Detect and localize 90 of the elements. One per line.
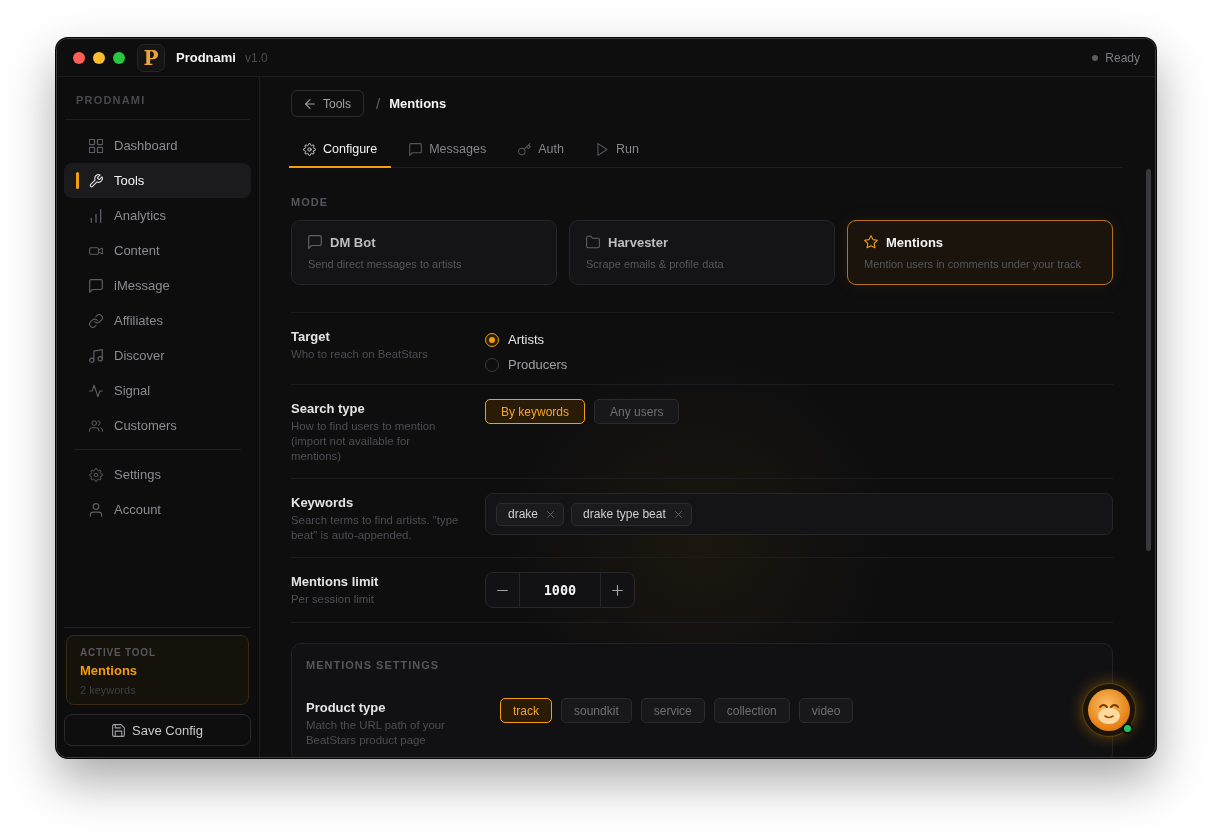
setting-label: Product type [306, 699, 387, 717]
close-icon[interactable] [674, 510, 682, 518]
creature-icon [1088, 689, 1130, 731]
mode-card-description: Mention users in comments under your track [864, 257, 1083, 271]
mode-card[interactable]: Harvester Scrape emails & profile data [569, 220, 835, 285]
plus-icon [612, 584, 623, 596]
grid-icon [89, 138, 103, 153]
nav-item[interactable]: Content [64, 233, 251, 268]
status-dot-icon [1092, 54, 1099, 61]
option-button[interactable]: soundkit [561, 698, 632, 723]
mode-card-description: Scrape emails & profile data [586, 257, 725, 271]
keyword-text: drake [508, 507, 539, 521]
wrench-icon [89, 173, 103, 188]
save-config-button[interactable]: Save Config [64, 714, 251, 746]
app-version: v1.0 [244, 50, 268, 65]
status-text: Ready [1105, 50, 1140, 65]
mode-card-title: DM Bot [330, 234, 376, 250]
nav-item[interactable]: Dashboard [64, 128, 251, 163]
settings-icon [303, 142, 316, 156]
nav-item[interactable]: Analytics [64, 198, 251, 233]
mode-card-description: Send direct messages to artists [308, 257, 463, 271]
nav-item[interactable]: Settings [64, 457, 251, 492]
sidebar-heading: PRODNAMI [75, 93, 147, 107]
option-button[interactable]: Any users [594, 399, 680, 424]
tab[interactable]: Configure [289, 130, 392, 168]
play-icon [595, 142, 609, 156]
minimize-window-icon[interactable] [93, 51, 105, 64]
app-name: Prodnami [176, 50, 236, 65]
scrollbar-thumb[interactable] [1146, 169, 1151, 551]
nav-item[interactable]: Customers [64, 408, 251, 443]
user-icon [89, 502, 103, 517]
setting-description: How to find users to mention (import not available for mentions) [291, 419, 437, 464]
setting-label: Search type [291, 400, 366, 418]
settings-icon [89, 467, 103, 482]
keywords-input-field[interactable]: drake drake type beat [485, 493, 1113, 535]
arrow-left-icon [305, 98, 315, 109]
active-tool-name: Mentions [80, 662, 139, 680]
keyword-text: drake type beat [583, 507, 666, 521]
chat-bubble-icon [409, 142, 423, 156]
tab[interactable]: Messages [395, 130, 501, 168]
tab[interactable]: Run [581, 130, 653, 168]
mode-card-title: Harvester [608, 234, 668, 250]
breadcrumb-current: Mentions [389, 96, 447, 111]
bar-chart-icon [89, 208, 103, 223]
setting-description: Search terms to find artists. "type beat" is auto-appended. [291, 513, 460, 543]
setting-description: Per session limit [291, 592, 375, 607]
radio-button[interactable] [485, 332, 499, 347]
chat-bubble-icon [89, 278, 103, 293]
app-logo: P [137, 43, 165, 72]
mode-card[interactable]: Mentions Mention users in comments under your track [847, 220, 1113, 285]
folder-icon [586, 235, 600, 249]
radio-option[interactable]: Producers [485, 352, 568, 377]
star-icon [864, 235, 878, 249]
card-heading: MENTIONS SETTINGS [306, 658, 441, 672]
close-window-icon[interactable] [73, 51, 85, 64]
nav-item[interactable]: Affiliates [64, 303, 251, 338]
setting-label: Keywords [291, 494, 355, 512]
mode-card-title: Mentions [886, 234, 944, 250]
option-button[interactable]: By keywords [485, 399, 586, 424]
mode-card[interactable]: DM Bot Send direct messages to artists [291, 220, 557, 285]
nav-item[interactable]: Account [64, 492, 251, 527]
option-button[interactable]: service [640, 698, 705, 723]
back-button[interactable]: Tools [291, 90, 364, 117]
breadcrumb-separator: / [376, 95, 381, 112]
nav-item[interactable]: Discover [64, 338, 251, 373]
option-button[interactable]: video [798, 698, 854, 723]
radio-option[interactable]: Artists [485, 327, 545, 352]
close-icon[interactable] [547, 510, 555, 518]
nav-item[interactable]: iMessage [64, 268, 251, 303]
nav-item[interactable]: Signal [64, 373, 251, 408]
active-tool-heading: ACTIVE TOOL [80, 646, 157, 660]
option-button[interactable]: track [500, 698, 552, 723]
assistant-button[interactable] [1083, 684, 1135, 736]
setting-description: Match the URL path of your BeatStars product page [306, 718, 446, 748]
key-icon [518, 142, 532, 156]
chat-bubble-icon [308, 235, 322, 249]
link-icon [89, 313, 103, 328]
minus-icon [497, 588, 508, 592]
limit-input-field[interactable]: 1000 [520, 573, 600, 607]
nav-item[interactable]: Tools [64, 163, 251, 198]
music-note-icon [89, 348, 103, 363]
tab[interactable]: Auth [504, 130, 578, 168]
setting-label: Target [291, 328, 331, 346]
option-button[interactable]: collection [713, 698, 790, 723]
setting-label: Mentions limit [291, 573, 380, 591]
setting-description: Who to reach on BeatStars [291, 347, 429, 362]
users-icon [89, 418, 103, 433]
pulse-icon [89, 383, 103, 398]
maximize-window-icon[interactable] [113, 51, 125, 64]
section-heading: MODE [291, 196, 328, 208]
